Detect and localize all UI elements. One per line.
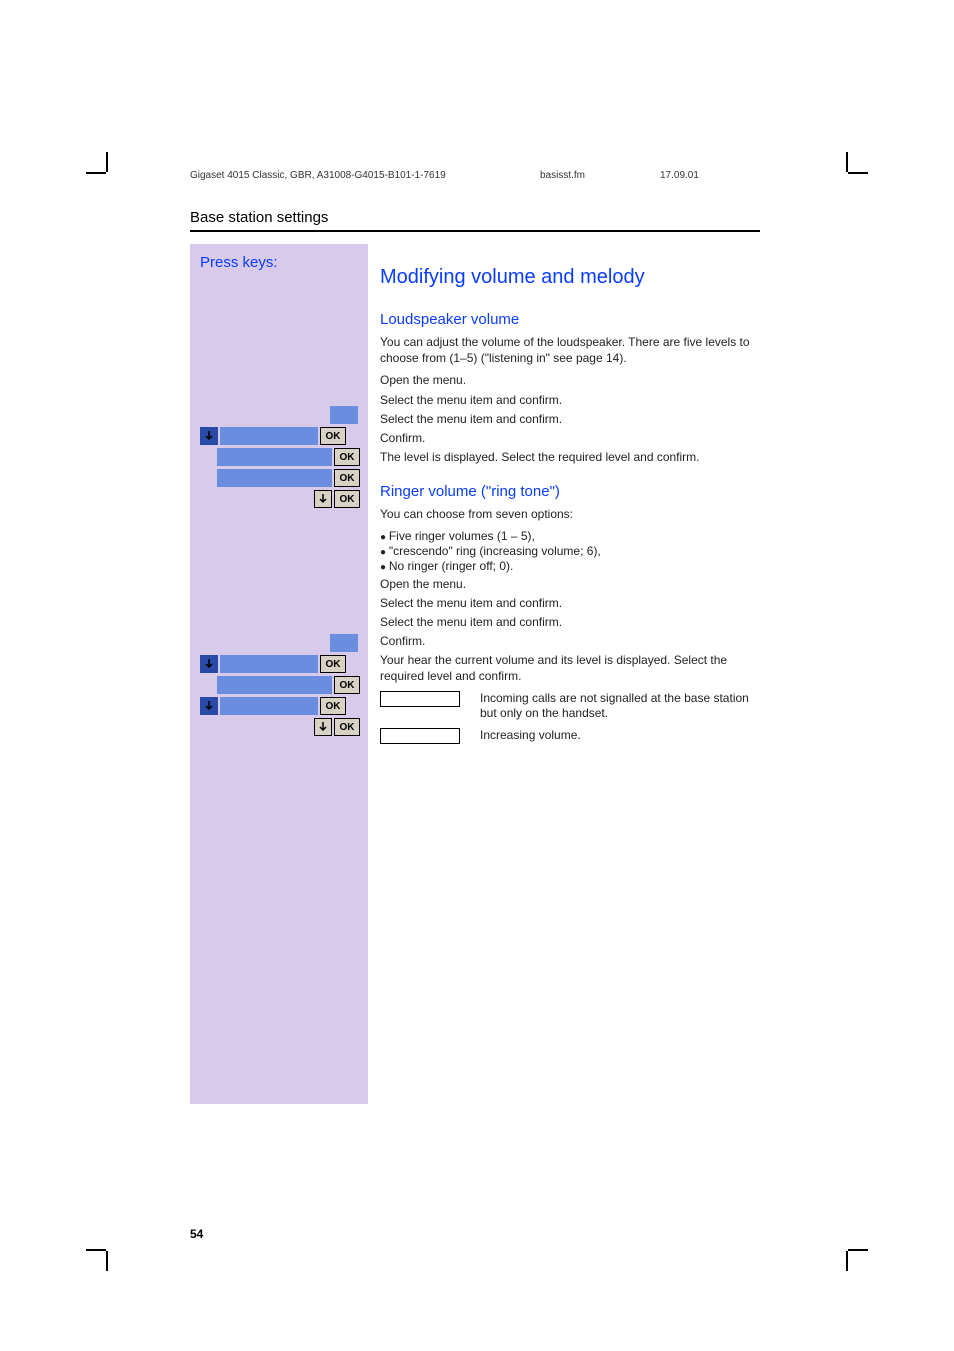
key-row: OK — [200, 448, 360, 466]
header-doc-id: Gigaset 4015 Classic, GBR, A31008-G4015-… — [190, 170, 540, 181]
volume-box-empty — [380, 691, 460, 707]
key-row: OK — [200, 490, 360, 508]
down-arrow-key — [314, 718, 332, 736]
ringer-options-list: Five ringer volumes (1 – 5), "crescendo"… — [380, 529, 760, 573]
volume-indicator-increasing: Increasing volume. — [380, 728, 760, 744]
crop-mark — [86, 172, 106, 174]
heading-loudspeaker: Loudspeaker volume — [380, 311, 760, 328]
menu-item-key — [217, 448, 332, 466]
key-row-menu — [200, 406, 360, 424]
list-item: Five ringer volumes (1 – 5), — [380, 529, 760, 543]
menu-item-key — [220, 697, 318, 715]
volume-text-no-signal: Incoming calls are not signalled at the … — [480, 691, 760, 722]
menu-key — [330, 406, 358, 424]
crop-mark — [106, 1251, 108, 1271]
crop-mark — [848, 172, 868, 174]
section-title: Base station settings — [190, 209, 760, 232]
volume-text-increasing: Increasing volume. — [480, 728, 760, 744]
crop-mark — [846, 1251, 848, 1271]
step-confirm: Confirm. — [380, 633, 760, 649]
down-arrow-key — [200, 697, 218, 715]
step-open-menu: Open the menu. — [380, 576, 760, 592]
key-row: OK — [200, 676, 360, 694]
crop-mark — [846, 152, 848, 172]
list-item: No ringer (ringer off; 0). — [380, 559, 760, 573]
key-row: OK — [200, 469, 360, 487]
press-keys-label: Press keys: — [200, 254, 360, 271]
menu-item-key — [217, 676, 332, 694]
down-arrow-key — [314, 490, 332, 508]
down-arrow-key — [200, 655, 218, 673]
step-open-menu: Open the menu. — [380, 372, 760, 388]
menu-item-key — [220, 655, 318, 673]
ok-key: OK — [334, 448, 360, 466]
header-file: basisst.fm — [540, 170, 660, 181]
menu-item-key — [217, 469, 332, 487]
volume-box — [380, 728, 460, 744]
ok-key: OK — [320, 427, 346, 445]
step-select-confirm: Select the menu item and confirm. — [380, 614, 760, 630]
step-hear-current: Your hear the current volume and its lev… — [380, 652, 760, 684]
heading-ringer: Ringer volume ("ring tone") — [380, 483, 760, 500]
loudspeaker-intro: You can adjust the volume of the loudspe… — [380, 334, 760, 366]
list-item: "crescendo" ring (increasing volume; 6), — [380, 544, 760, 558]
crop-mark — [106, 152, 108, 172]
step-confirm: Confirm. — [380, 430, 760, 446]
ok-key: OK — [334, 676, 360, 694]
menu-key — [330, 634, 358, 652]
ok-key: OK — [320, 697, 346, 715]
volume-indicator-empty: Incoming calls are not signalled at the … — [380, 691, 760, 722]
step-select-confirm: Select the menu item and confirm. — [380, 595, 760, 611]
page-number: 54 — [190, 1227, 203, 1241]
heading-main: Modifying volume and melody — [380, 266, 760, 289]
ringer-intro-text: You can choose from seven options: — [380, 507, 573, 521]
key-column: Press keys: OK OK — [190, 244, 368, 1104]
step-select-confirm: Select the menu item and confirm. — [380, 392, 760, 408]
crop-mark — [86, 1249, 106, 1251]
ok-key: OK — [320, 655, 346, 673]
crop-mark — [848, 1249, 868, 1251]
ok-key: OK — [334, 718, 360, 736]
key-row: OK — [200, 718, 360, 736]
key-row: OK — [200, 697, 360, 715]
ringer-intro: You can choose from seven options: — [380, 506, 760, 522]
key-row: OK — [200, 655, 360, 673]
step-select-confirm: Select the menu item and confirm. — [380, 411, 760, 427]
ok-key: OK — [334, 490, 360, 508]
key-row-menu — [200, 634, 360, 652]
step-level-displayed: The level is displayed. Select the requi… — [380, 449, 760, 465]
page-content: Gigaset 4015 Classic, GBR, A31008-G4015-… — [190, 170, 760, 1104]
menu-item-key — [220, 427, 318, 445]
body-column: Modifying volume and melody Loudspeaker … — [368, 244, 760, 1104]
down-arrow-key — [200, 427, 218, 445]
key-row: OK — [200, 427, 360, 445]
header-date: 17.09.01 — [660, 170, 760, 181]
ok-key: OK — [334, 469, 360, 487]
running-header: Gigaset 4015 Classic, GBR, A31008-G4015-… — [190, 170, 760, 181]
